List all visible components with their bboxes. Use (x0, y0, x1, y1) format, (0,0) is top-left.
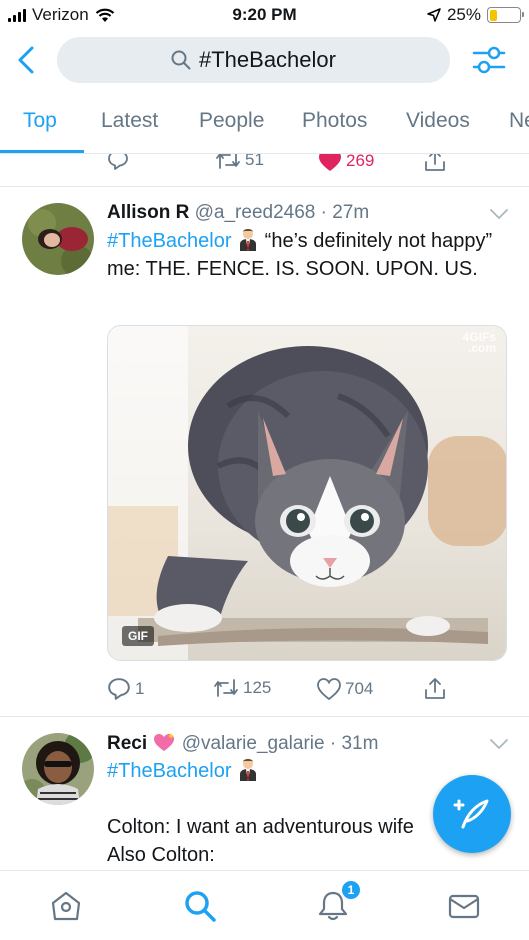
share-icon (425, 678, 445, 699)
tweet-text: #TheBachelor “he’s definitely not happy”… (107, 227, 507, 283)
retweet-button[interactable]: 51 (215, 154, 264, 170)
active-tab-indicator (0, 150, 84, 153)
battery-percent: 25% (446, 5, 481, 24)
reply-count: 1 (135, 679, 145, 698)
reply-button[interactable] (107, 154, 129, 170)
compose-tweet-button[interactable] (433, 775, 511, 853)
display-name[interactable]: Reci (107, 733, 147, 754)
tweet-feed[interactable]: 51 269 Allison R @a_reed2468 · 27m #TheB… (0, 154, 529, 870)
avatar[interactable] (22, 733, 94, 805)
gif-media[interactable]: 4GIFs .com GIF (107, 325, 507, 661)
reply-icon (108, 678, 130, 700)
tab-photos[interactable]: Photos (302, 109, 367, 133)
back-chevron-icon[interactable] (12, 44, 42, 76)
like-count: 704 (345, 679, 374, 698)
hashtag-link[interactable]: #TheBachelor (107, 760, 232, 782)
timestamp: 31m (341, 733, 379, 754)
like-button[interactable]: 704 (317, 678, 373, 700)
notifications-tab[interactable]: 1 (316, 879, 362, 923)
retweet-icon (214, 679, 238, 697)
battery-fill (489, 9, 497, 21)
avatar-image (22, 203, 94, 275)
reply-icon (108, 154, 128, 170)
divider (0, 186, 529, 187)
tab-people[interactable]: People (199, 109, 264, 133)
tab-news[interactable]: News (509, 109, 529, 133)
explore-search-icon[interactable] (183, 889, 217, 923)
chevron-down-icon[interactable] (489, 208, 509, 220)
display-name[interactable]: Allison R (107, 202, 189, 223)
retweet-count: 125 (243, 678, 272, 697)
share-button[interactable] (424, 676, 446, 700)
tweet-line-2: Also Colton: (107, 844, 215, 866)
retweet-count: 51 (245, 154, 264, 169)
search-icon (171, 50, 191, 70)
heart-icon (319, 154, 341, 171)
username[interactable]: @valarie_galarie (182, 733, 325, 754)
gif-badge: GIF (122, 626, 154, 646)
share-icon (425, 154, 445, 171)
chevron-down-icon[interactable] (489, 738, 509, 750)
tab-latest[interactable]: Latest (101, 109, 158, 133)
share-button[interactable] (424, 154, 446, 172)
search-header: #TheBachelor (0, 34, 529, 86)
sparkling-heart-icon (154, 733, 175, 751)
location-arrow-icon (427, 8, 441, 22)
cat-gif-image (108, 326, 506, 660)
tweet-header: Allison R @a_reed2468 · 27m (107, 202, 370, 223)
avatar-image (22, 733, 94, 805)
watermark-line-2: .com (467, 341, 496, 355)
retweet-button[interactable]: 125 (213, 678, 271, 698)
messages-envelope-icon[interactable] (447, 889, 481, 923)
avatar[interactable] (22, 203, 94, 275)
search-query: #TheBachelor (199, 47, 336, 72)
tweet-header: Reci @valarie_galarie · 31m (107, 733, 379, 754)
like-button[interactable]: 269 (318, 154, 374, 172)
status-right: 25% (427, 5, 524, 25)
hashtag-link[interactable]: #TheBachelor (107, 230, 232, 252)
reply-button[interactable]: 1 (107, 678, 144, 700)
compose-icon (453, 799, 489, 829)
like-count: 269 (346, 154, 375, 170)
timestamp: 27m (332, 202, 370, 223)
notification-count-badge: 1 (340, 879, 362, 901)
bachelor-emoji-icon (240, 759, 257, 781)
watermark: 4GIFs .com (463, 331, 496, 355)
battery-icon (487, 7, 524, 23)
retweet-icon (216, 154, 240, 169)
filter-sliders-icon[interactable] (470, 42, 508, 78)
search-input[interactable]: #TheBachelor (57, 37, 450, 83)
heart-icon (317, 678, 341, 700)
bottom-nav: 1 (0, 870, 529, 940)
status-bar: Verizon 9:20 PM 25% (0, 0, 529, 30)
tab-videos[interactable]: Videos (406, 109, 470, 133)
search-tabs: Top Latest People Photos Videos News (0, 92, 529, 154)
tab-top[interactable]: Top (23, 109, 57, 133)
username[interactable]: @a_reed2468 (195, 202, 316, 223)
bachelor-emoji-icon (240, 229, 257, 251)
home-icon[interactable] (49, 889, 83, 923)
divider (0, 716, 529, 717)
